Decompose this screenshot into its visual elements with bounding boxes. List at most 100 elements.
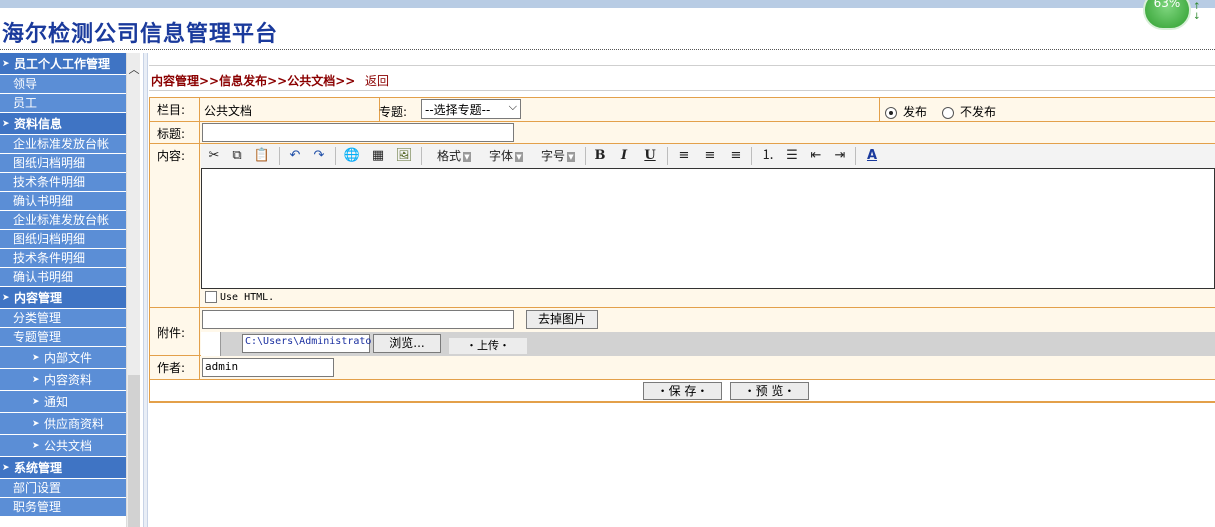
sidebar-item-confirmation[interactable]: 确认书明细 xyxy=(0,192,126,211)
font-dropdown[interactable]: 字体 ▼ xyxy=(483,147,529,165)
format-dropdown[interactable]: 格式 ▼ xyxy=(431,147,477,165)
sidebar-sub-supplier[interactable]: ➤ 供应商资料 xyxy=(0,413,126,435)
sidebar-sub-label: 通知 xyxy=(44,395,69,409)
sidebar-item-topic[interactable]: 专题管理 xyxy=(0,328,126,347)
title-input[interactable] xyxy=(202,123,514,142)
sidebar-item-position[interactable]: 职务管理 xyxy=(0,498,126,517)
publish-radio[interactable]: 发布 xyxy=(885,103,927,120)
radio-unchecked-icon xyxy=(942,106,954,119)
sidebar-sub-label: 内部文件 xyxy=(44,351,93,365)
sidebar-item-standard-ledger-2[interactable]: 企业标准发放台帐 xyxy=(0,211,126,230)
file-path-input[interactable]: C:\Users\Administrato xyxy=(242,334,371,353)
cut-icon[interactable]: ✂ xyxy=(207,147,221,165)
outdent-icon[interactable]: ⇤ xyxy=(807,147,825,165)
font-color-icon[interactable]: A xyxy=(863,147,881,165)
attachment-label: 附件: xyxy=(150,308,200,355)
sidebar-group-label: 员工个人工作管理 xyxy=(14,57,111,71)
caret-down-icon: ▼ xyxy=(515,151,523,162)
arrow-icon: ➤ xyxy=(32,353,40,363)
table-icon[interactable]: ▦ xyxy=(369,147,387,165)
sidebar-group-employee[interactable]: ➤ 员工个人工作管理 xyxy=(0,53,126,75)
content-label: 内容: xyxy=(150,144,200,307)
sidebar-scrollbar[interactable]: ︿ xyxy=(126,53,140,527)
content-editor[interactable] xyxy=(201,168,1215,289)
arrow-icon: ➤ xyxy=(2,293,10,303)
link-icon[interactable]: 🌐 xyxy=(343,147,361,165)
arrow-icon: ➤ xyxy=(32,441,40,451)
checkbox-icon xyxy=(205,291,217,303)
row-attachment-value: 去掉图片 C:\Users\Administrato 浏览... ・上传・ xyxy=(201,308,1215,356)
scroll-up-icon[interactable]: ︿ xyxy=(127,61,141,79)
row-column: 栏目: 公共文档 专题: --选择专题-- ⌵ 发布 不发布 xyxy=(150,98,1215,122)
remove-image-button[interactable]: 去掉图片 xyxy=(526,310,598,329)
breadcrumb-path: 内容管理>>信息发布>>公共文档>> xyxy=(151,74,356,88)
underline-icon[interactable]: U xyxy=(643,147,657,165)
sidebar-sub-internal-files[interactable]: ➤ 内部文件 xyxy=(0,347,126,369)
ordered-list-icon[interactable]: ⒈ xyxy=(759,147,777,165)
row-column-value: 公共文档 专题: --选择专题-- ⌵ 发布 不发布 xyxy=(201,98,1215,122)
sidebar-sub-notice[interactable]: ➤ 通知 xyxy=(0,391,126,413)
attachment-input[interactable] xyxy=(202,310,514,329)
sidebar-sub-label: 供应商资料 xyxy=(44,417,105,431)
author-label: 作者: xyxy=(150,356,200,379)
sidebar-group-label: 内容管理 xyxy=(14,291,63,305)
sidebar-group-system[interactable]: ➤ 系统管理 xyxy=(0,457,126,479)
use-html-toggle[interactable]: Use HTML. xyxy=(205,291,274,303)
sidebar-sub-content-data[interactable]: ➤ 内容资料 xyxy=(0,369,126,391)
topic-select[interactable]: --选择专题-- ⌵ xyxy=(421,99,521,119)
align-left-icon[interactable]: ≡ xyxy=(675,147,693,165)
sidebar-item-tech-conditions[interactable]: 技术条件明细 xyxy=(0,173,126,192)
sidebar-item-tech-conditions-2[interactable]: 技术条件明细 xyxy=(0,249,126,268)
title-label: 标题: xyxy=(150,122,200,143)
sidebar-item-staff[interactable]: 员工 xyxy=(0,94,126,113)
indent-icon[interactable]: ⇥ xyxy=(831,147,849,165)
sidebar-sub-public-docs[interactable]: ➤ 公共文档 xyxy=(0,435,126,457)
unordered-list-icon[interactable]: ☰ xyxy=(783,147,801,165)
align-right-icon[interactable]: ≡ xyxy=(727,147,745,165)
sidebar-item-leader[interactable]: 领导 xyxy=(0,75,126,94)
unpublish-radio[interactable]: 不发布 xyxy=(942,103,996,120)
caret-down-icon: ▼ xyxy=(463,151,471,162)
row-author-value: admin xyxy=(201,356,1215,379)
unpublish-label: 不发布 xyxy=(960,105,997,119)
speed-arrows-icon: ↑ ↓ xyxy=(1193,2,1201,22)
author-input[interactable]: admin xyxy=(202,358,334,377)
main-panel: 内容管理>>信息发布>>公共文档>> 返回 栏目: 公共文档 专题: --选择专… xyxy=(149,53,1215,527)
row-content: 内容: ✂ ⧉ 📋 ↶ ↷ 🌐 ▦ 🖼 格式 ▼ 字体 ▼ 字号 ▼ B I U… xyxy=(150,144,1215,308)
italic-icon[interactable]: I xyxy=(617,147,631,165)
sidebar-item-drawing-archive-2[interactable]: 图纸归档明细 xyxy=(0,230,126,249)
undo-icon[interactable]: ↶ xyxy=(287,147,303,165)
upload-bar: C:\Users\Administrato 浏览... ・上传・ xyxy=(201,332,1215,356)
editor-toolbar: ✂ ⧉ 📋 ↶ ↷ 🌐 ▦ 🖼 格式 ▼ 字体 ▼ 字号 ▼ B I U ≡ ≡… xyxy=(201,144,1215,168)
bold-icon[interactable]: B xyxy=(593,147,607,165)
upload-button[interactable]: ・上传・ xyxy=(449,338,527,354)
row-actions: ・保 存・ ・预 览・ xyxy=(150,380,1215,402)
format-label: 格式 xyxy=(436,149,461,163)
publish-form: 栏目: 公共文档 专题: --选择专题-- ⌵ 发布 不发布 标题: 内容: ✂… xyxy=(149,97,1215,403)
row-attachment: 附件: 去掉图片 C:\Users\Administrato 浏览... ・上传… xyxy=(150,308,1215,356)
align-center-icon[interactable]: ≡ xyxy=(701,147,719,165)
arrow-icon: ➤ xyxy=(32,419,40,429)
sidebar-item-department[interactable]: 部门设置 xyxy=(0,479,126,498)
row-title-value xyxy=(201,122,1215,143)
column-label: 栏目: xyxy=(150,98,200,121)
sidebar-group-docs[interactable]: ➤ 资料信息 xyxy=(0,113,126,135)
preview-button[interactable]: ・预 览・ xyxy=(730,382,809,400)
sidebar-item-confirmation-2[interactable]: 确认书明细 xyxy=(0,268,126,287)
size-dropdown[interactable]: 字号 ▼ xyxy=(535,147,581,165)
row-title: 标题: xyxy=(150,122,1215,144)
browse-button[interactable]: 浏览... xyxy=(373,334,441,353)
sidebar-item-category[interactable]: 分类管理 xyxy=(0,309,126,328)
scroll-thumb[interactable] xyxy=(128,375,140,527)
image-icon[interactable]: 🖼 xyxy=(395,147,413,165)
redo-icon[interactable]: ↷ xyxy=(311,147,327,165)
frame-divider[interactable] xyxy=(143,53,148,527)
save-button[interactable]: ・保 存・ xyxy=(643,382,722,400)
sidebar-group-content[interactable]: ➤ 内容管理 xyxy=(0,287,126,309)
back-link[interactable]: 返回 xyxy=(365,72,389,89)
sidebar-item-drawing-archive[interactable]: 图纸归档明细 xyxy=(0,154,126,173)
copy-icon[interactable]: ⧉ xyxy=(229,147,245,165)
sidebar-item-standard-ledger[interactable]: 企业标准发放台帐 xyxy=(0,135,126,154)
paste-icon[interactable]: 📋 xyxy=(253,147,271,165)
breadcrumb: 内容管理>>信息发布>>公共文档>> 返回 xyxy=(149,65,1215,91)
